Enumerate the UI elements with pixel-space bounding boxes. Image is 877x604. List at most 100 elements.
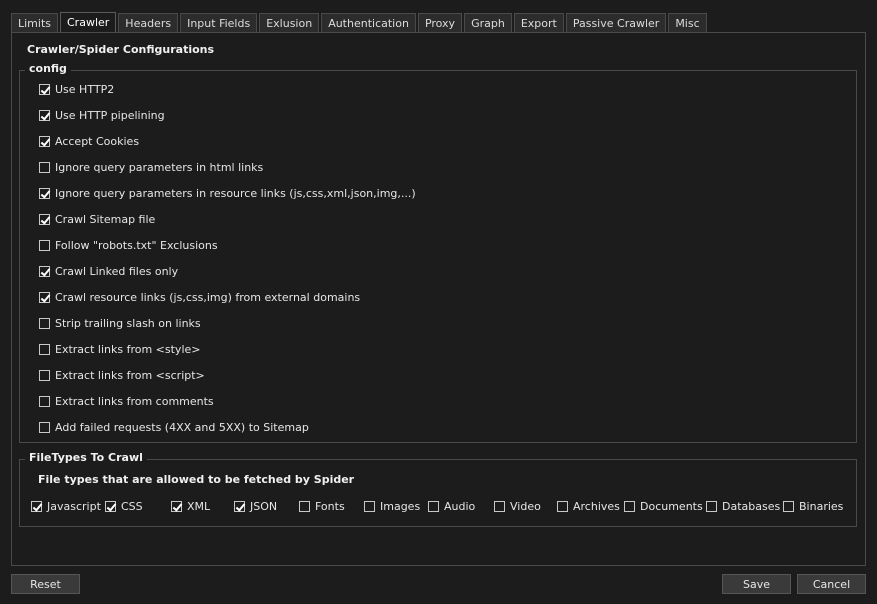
filetype-option-label: Video xyxy=(510,499,541,513)
cancel-button[interactable]: Cancel xyxy=(797,574,866,594)
checkbox[interactable] xyxy=(494,500,505,512)
config-option[interactable]: Add failed requests (4XX and 5XX) to Sit… xyxy=(39,419,309,435)
checkbox[interactable] xyxy=(624,500,635,512)
checkbox[interactable] xyxy=(39,83,50,95)
tab-export[interactable]: Export xyxy=(513,13,564,32)
config-option-label: Crawl Sitemap file xyxy=(55,212,156,226)
filetype-option[interactable]: Fonts xyxy=(299,498,345,514)
checkbox[interactable] xyxy=(783,500,794,512)
config-group-title: config xyxy=(25,62,71,76)
checkbox[interactable] xyxy=(39,265,50,277)
config-option[interactable]: Extract links from comments xyxy=(39,393,214,409)
checkbox[interactable] xyxy=(39,369,50,381)
filetypes-subtitle: File types that are allowed to be fetche… xyxy=(38,473,355,486)
checkbox[interactable] xyxy=(364,500,375,512)
config-group: config Use HTTP2 Use HTTP pipelining Accep… xyxy=(19,62,857,443)
tab-misc[interactable]: Misc xyxy=(668,13,707,32)
crawler-panel: Crawler/Spider Configurations config Use… xyxy=(11,32,866,566)
tab-proxy[interactable]: Proxy xyxy=(417,13,463,32)
reset-button[interactable]: Reset xyxy=(11,574,80,594)
config-option[interactable]: Crawl Sitemap file xyxy=(39,211,155,227)
filetype-option-label: Javascript xyxy=(47,499,101,513)
checkbox[interactable] xyxy=(557,500,568,512)
filetype-option-label: Fonts xyxy=(315,499,345,513)
checkbox[interactable] xyxy=(39,135,50,147)
save-button[interactable]: Save xyxy=(722,574,791,594)
checkbox[interactable] xyxy=(171,500,182,512)
filetype-option[interactable]: Video xyxy=(494,498,541,514)
checkbox[interactable] xyxy=(234,500,245,512)
filetype-option[interactable]: Audio xyxy=(428,498,475,514)
tab-bar: Limits Crawler Headers Input Fields Exlu… xyxy=(11,12,709,33)
filetype-option[interactable]: Images xyxy=(364,498,420,514)
checkbox[interactable] xyxy=(706,500,717,512)
filetype-option[interactable]: Binaries xyxy=(783,498,843,514)
filetype-option-label: Images xyxy=(380,499,421,513)
config-option[interactable]: Extract links from <style> xyxy=(39,341,200,357)
checkbox[interactable] xyxy=(39,109,50,121)
config-option[interactable]: Crawl Linked files only xyxy=(39,263,178,279)
checkbox[interactable] xyxy=(39,161,50,173)
filetype-option-label: Archives xyxy=(573,499,620,513)
checkbox[interactable] xyxy=(39,187,50,199)
config-option[interactable]: Strip trailing slash on links xyxy=(39,315,201,331)
filetype-option-label: XML xyxy=(187,499,211,513)
tab-headers[interactable]: Headers xyxy=(118,13,179,32)
filetype-option[interactable]: Archives xyxy=(557,498,620,514)
config-option-label: Crawl Linked files only xyxy=(55,264,179,278)
config-option[interactable]: Follow "robots.txt" Exclusions xyxy=(39,237,218,253)
filetype-option[interactable]: CSS xyxy=(105,498,143,514)
tab-limits[interactable]: Limits xyxy=(11,13,58,32)
panel-title: Crawler/Spider Configurations xyxy=(27,43,215,56)
filetype-option[interactable]: Databases xyxy=(706,498,780,514)
config-option[interactable]: Use HTTP2 xyxy=(39,81,114,97)
config-option-label: Extract links from <style> xyxy=(55,342,201,356)
config-option-label: Ignore query parameters in resource link… xyxy=(55,186,416,200)
config-option[interactable]: Ignore query parameters in html links xyxy=(39,159,263,175)
config-option[interactable]: Crawl resource links (js,css,img) from e… xyxy=(39,289,360,305)
filetype-option-label: Databases xyxy=(722,499,781,513)
filetype-option-label: Binaries xyxy=(799,499,844,513)
filetype-option[interactable]: XML xyxy=(171,498,210,514)
checkbox[interactable] xyxy=(299,500,310,512)
tab-graph[interactable]: Graph xyxy=(464,13,512,32)
checkbox[interactable] xyxy=(39,343,50,355)
checkbox[interactable] xyxy=(39,213,50,225)
config-option-label: Ignore query parameters in html links xyxy=(55,160,264,174)
tab-exlusion[interactable]: Exlusion xyxy=(259,13,320,32)
checkbox[interactable] xyxy=(105,500,116,512)
config-option-label: Extract links from <script> xyxy=(55,368,205,382)
filetype-option-label: Documents xyxy=(640,499,703,513)
filetype-option-label: JSON xyxy=(250,499,278,513)
config-option-label: Use HTTP2 xyxy=(55,82,115,96)
checkbox[interactable] xyxy=(39,291,50,303)
checkbox[interactable] xyxy=(428,500,439,512)
filetype-option[interactable]: Documents xyxy=(624,498,703,514)
filetypes-group-title: FileTypes To Crawl xyxy=(25,451,147,465)
filetype-option-label: Audio xyxy=(444,499,476,513)
tab-crawler[interactable]: Crawler xyxy=(60,12,117,33)
filetype-option[interactable]: JSON xyxy=(234,498,277,514)
tab-passive-crawler[interactable]: Passive Crawler xyxy=(565,13,667,32)
checkbox[interactable] xyxy=(39,239,50,251)
config-option-label: Crawl resource links (js,css,img) from e… xyxy=(55,290,361,304)
filetypes-group: FileTypes To Crawl File types that are a… xyxy=(19,451,857,527)
config-option-label: Add failed requests (4XX and 5XX) to Sit… xyxy=(55,420,309,434)
config-option[interactable]: Accept Cookies xyxy=(39,133,139,149)
filetype-option-label: CSS xyxy=(121,499,143,513)
config-option-label: Follow "robots.txt" Exclusions xyxy=(55,238,218,252)
checkbox[interactable] xyxy=(39,395,50,407)
tab-authentication[interactable]: Authentication xyxy=(321,13,416,32)
tab-input-fields[interactable]: Input Fields xyxy=(180,13,258,32)
config-option-label: Accept Cookies xyxy=(55,134,140,148)
filetype-option[interactable]: Javascript xyxy=(31,498,101,514)
config-option-label: Extract links from comments xyxy=(55,394,214,408)
config-option[interactable]: Ignore query parameters in resource link… xyxy=(39,185,416,201)
checkbox[interactable] xyxy=(39,317,50,329)
config-option-label: Strip trailing slash on links xyxy=(55,316,201,330)
config-option[interactable]: Use HTTP pipelining xyxy=(39,107,165,123)
checkbox[interactable] xyxy=(39,421,50,433)
config-option[interactable]: Extract links from <script> xyxy=(39,367,205,383)
checkbox[interactable] xyxy=(31,500,42,512)
config-option-label: Use HTTP pipelining xyxy=(55,108,165,122)
